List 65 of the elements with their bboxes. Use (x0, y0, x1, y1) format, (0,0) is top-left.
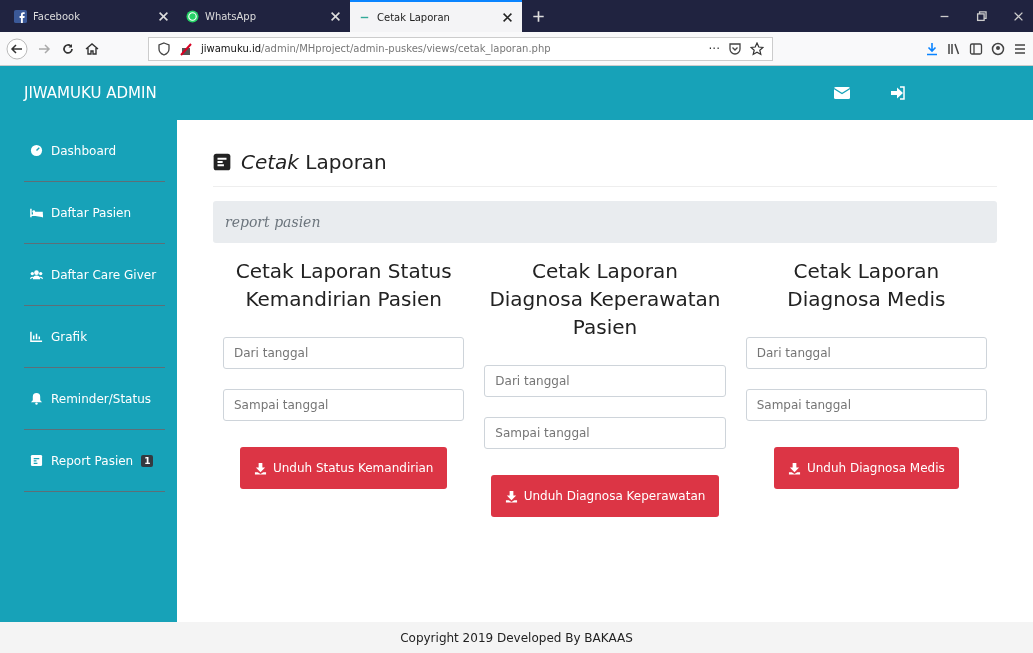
report-heading: Cetak Laporan Status Kemandirian Pasien (234, 258, 453, 313)
pocket-icon[interactable] (728, 41, 742, 56)
back-icon[interactable] (6, 37, 28, 60)
sidebar-icon[interactable] (969, 41, 983, 56)
chart-icon (30, 330, 43, 343)
envelope-icon[interactable] (834, 86, 850, 100)
download-button[interactable]: Unduh Diagnosa Medis (773, 447, 959, 489)
date-field[interactable]: Dari tanggal (223, 337, 465, 369)
menu-icon[interactable] (1013, 41, 1027, 56)
download-icon (504, 489, 518, 503)
date-field[interactable]: Sampai tanggal (223, 389, 465, 421)
home-icon[interactable] (84, 40, 100, 57)
report-heading: Cetak Laporan Diagnosa Medis (786, 258, 947, 313)
download-icon (787, 461, 801, 475)
document-icon (30, 454, 43, 467)
address-bar[interactable]: jiwamuku.id/admin/MHproject/admin-puskes/views/cetak_laporan.php ··· (148, 36, 773, 61)
restore-icon[interactable] (975, 9, 988, 23)
date-field[interactable]: Dari tanggal (745, 337, 987, 369)
chat-icon (186, 9, 199, 23)
shield-icon (157, 41, 171, 56)
facebook-icon (14, 9, 27, 23)
close-icon[interactable] (501, 10, 514, 24)
count-badge: 1 (141, 454, 154, 467)
breadcrumb: report pasien (213, 201, 997, 243)
sidebar-label: Dashboard (51, 143, 117, 158)
date-field[interactable]: Dari tanggal (484, 365, 726, 397)
sidebar-label: Daftar Pasien (51, 205, 132, 220)
date-field[interactable]: Sampai tanggal (484, 417, 726, 449)
sidebar-item[interactable]: Dashboard (24, 120, 165, 182)
sidebar-label: Reminder/Status (51, 391, 152, 406)
sidebar-label: Report Pasien (51, 453, 134, 468)
sidebar-item[interactable]: Grafik (24, 306, 165, 368)
users-icon (30, 268, 43, 281)
account-icon[interactable] (991, 41, 1005, 56)
report-heading: Cetak Laporan Diagnosa Keperawatan Pasien (488, 258, 722, 341)
brand-title[interactable]: JIWAMUKU ADMIN (24, 84, 834, 102)
bell-icon (30, 392, 43, 405)
footer-text: Copyright 2019 Developed By BAKAAS (0, 622, 1033, 653)
bed-icon (30, 206, 43, 219)
browser-tab[interactable]: Facebook (6, 0, 178, 32)
sidebar-item[interactable]: Daftar Care Giver (24, 244, 165, 306)
sidebar-item[interactable]: Report Pasien 1 (24, 430, 165, 492)
url-text: jiwamuku.id/admin/MHproject/admin-puskes/views/cetak_laporan.php (201, 43, 552, 54)
document-icon (213, 153, 231, 171)
date-field[interactable]: Sampai tanggal (745, 389, 987, 421)
sign-out-icon[interactable] (890, 86, 906, 100)
sidebar-label: Grafik (51, 329, 88, 344)
browser-tab[interactable]: WhatsApp (178, 0, 350, 32)
download-icon[interactable] (925, 41, 939, 56)
library-icon[interactable] (947, 41, 961, 56)
sidebar-item[interactable]: Daftar Pasien (24, 182, 165, 244)
insecure-lock-icon (179, 41, 193, 56)
sidebar-label: Daftar Care Giver (51, 267, 157, 282)
page-title: Cetak Laporan (241, 150, 387, 174)
download-icon (253, 461, 267, 475)
download-button[interactable]: Unduh Status Kemandirian (239, 447, 448, 489)
star-icon[interactable] (750, 41, 764, 56)
gauge-icon (30, 144, 43, 157)
new-tab-icon[interactable] (532, 9, 545, 23)
more-button[interactable]: ··· (708, 41, 720, 56)
close-icon[interactable] (329, 9, 342, 23)
download-button[interactable]: Unduh Diagnosa Keperawatan (490, 475, 720, 517)
sidebar-item[interactable]: Reminder/Status (24, 368, 165, 430)
browser-tab[interactable]: Cetak Laporan (350, 0, 522, 32)
close-icon[interactable] (157, 9, 170, 23)
